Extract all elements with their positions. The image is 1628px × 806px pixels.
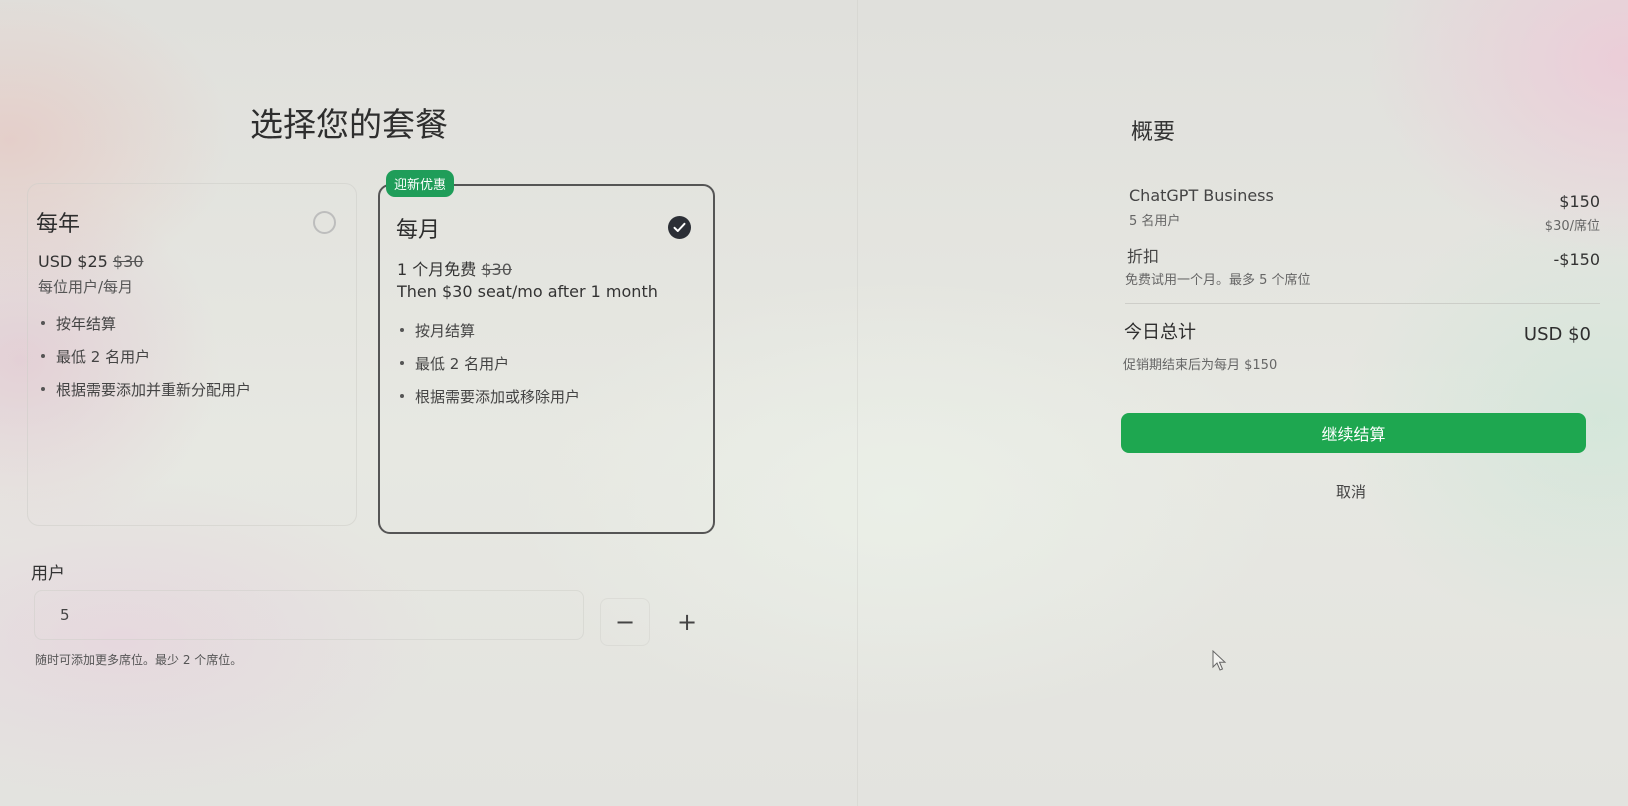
summary-discount-note: 免费试用一个月。最多 5 个席位 xyxy=(1125,273,1311,288)
feature-item: 最低 2 名用户 xyxy=(38,346,251,379)
feature-item: 根据需要添加并重新分配用户 xyxy=(38,379,251,412)
feature-item: 根据需要添加或移除用户 xyxy=(397,386,580,419)
promo-badge: 迎新优惠 xyxy=(386,170,455,197)
feature-list: 按月结算 最低 2 名用户 根据需要添加或移除用户 xyxy=(397,320,580,419)
plan-card-yearly[interactable]: 每年 USD $25 $30 每位用户/每月 按年结算 最低 2 名用户 根据需… xyxy=(27,183,357,526)
price-amount: 1 个月免费 xyxy=(397,260,477,279)
total-value: USD $0 xyxy=(1523,324,1591,345)
users-hint: 随时可添加更多席位。最少 2 个席位。 xyxy=(35,653,243,667)
increment-button[interactable]: + xyxy=(662,598,712,646)
price-amount: USD $25 xyxy=(38,252,108,271)
mouse-cursor-icon xyxy=(1212,650,1227,671)
price-original: $30 xyxy=(481,260,512,279)
plan-name: 每月 xyxy=(396,218,441,243)
decrement-button[interactable]: − xyxy=(600,598,650,646)
users-quantity-input[interactable]: 5 xyxy=(34,590,584,640)
summary-product-price: $150 xyxy=(1559,192,1600,211)
price-original: $30 xyxy=(112,252,144,271)
feature-list: 按年结算 最低 2 名用户 根据需要添加并重新分配用户 xyxy=(38,313,251,412)
check-icon xyxy=(673,222,686,232)
plan-price: USD $25 $30 xyxy=(38,252,143,271)
summary-discount-value: -$150 xyxy=(1553,250,1601,269)
summary-title: 概要 xyxy=(1131,120,1176,145)
feature-item: 按月结算 xyxy=(397,320,580,353)
cancel-button[interactable]: 取消 xyxy=(1311,481,1391,502)
total-note: 促销期结束后为每月 $150 xyxy=(1123,358,1278,373)
check-circle-icon[interactable] xyxy=(668,216,691,239)
total-label: 今日总计 xyxy=(1124,322,1196,343)
summary-discount-label: 折扣 xyxy=(1127,247,1160,266)
plan-name: 每年 xyxy=(36,212,81,237)
page-title: 选择您的套餐 xyxy=(250,105,448,144)
users-label: 用户 xyxy=(31,564,65,584)
plan-price: 1 个月免费 $30 xyxy=(397,256,512,280)
continue-checkout-button[interactable]: 继续结算 xyxy=(1121,413,1586,453)
price-unit: 每位用户/每月 xyxy=(38,278,134,296)
feature-item: 最低 2 名用户 xyxy=(397,353,580,386)
summary-product-seats: 5 名用户 xyxy=(1129,214,1181,229)
summary-product-name: ChatGPT Business xyxy=(1129,186,1274,205)
summary-divider xyxy=(1125,303,1600,304)
feature-item: 按年结算 xyxy=(38,313,251,346)
radio-unchecked-icon[interactable] xyxy=(313,211,336,234)
plan-card-monthly[interactable]: 迎新优惠 每月 1 个月免费 $30 Then $30 seat/mo afte… xyxy=(378,170,715,534)
summary-unit-price: $30/席位 xyxy=(1544,219,1600,234)
price-after-trial: Then $30 seat/mo after 1 month xyxy=(397,282,658,301)
column-divider xyxy=(857,0,858,806)
